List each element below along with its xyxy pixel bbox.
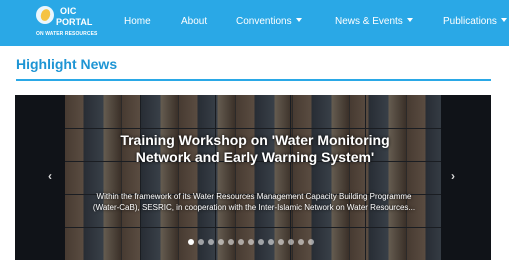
slide-image-divider (140, 95, 141, 260)
carousel-indicator-dot[interactable] (188, 239, 194, 245)
highlight-news-carousel[interactable]: Training Workshop on 'Water Monitoring N… (15, 95, 491, 260)
slide-caption: Within the framework of its Water Resour… (92, 192, 416, 212)
nav-conventions-label: Conventions (236, 16, 292, 27)
carousel-indicators (188, 239, 314, 245)
logo-emblem-icon (36, 6, 54, 24)
carousel-indicator-dot[interactable] (278, 239, 284, 245)
carousel-indicator-dot[interactable] (228, 239, 234, 245)
nav-about-label: About (181, 16, 208, 27)
nav-home-label: Home (124, 16, 151, 27)
nav-publications-label: Publications (443, 16, 497, 27)
carousel-indicator-dot[interactable] (258, 239, 264, 245)
carousel-indicator-dot[interactable] (298, 239, 304, 245)
section-title: Highlight News (16, 56, 118, 72)
nav-about[interactable]: About (181, 16, 207, 27)
chevron-down-icon (500, 18, 507, 22)
logo-text-portal: PORTAL (56, 17, 93, 27)
section-divider (16, 79, 491, 81)
nav-news-events-label: News & Events (335, 16, 403, 27)
logo-text-oic: OIC (60, 6, 77, 16)
slide-image-divider (365, 95, 366, 260)
nav-conventions[interactable]: Conventions (236, 16, 302, 27)
carousel-indicator-dot[interactable] (268, 239, 274, 245)
carousel-indicator-dot[interactable] (288, 239, 294, 245)
nav-news-events[interactable]: News & Events (335, 16, 413, 27)
slide-title[interactable]: Training Workshop on 'Water Monitoring N… (105, 132, 405, 166)
nav-publications[interactable]: Publications (443, 16, 507, 27)
logo-text-subtitle: ON WATER RESOURCES (36, 31, 98, 37)
chevron-down-icon (406, 18, 413, 22)
carousel-indicator-dot[interactable] (308, 239, 314, 245)
nav-home[interactable]: Home (124, 16, 151, 27)
slide-image[interactable] (65, 95, 441, 260)
chevron-down-icon (295, 18, 302, 22)
top-navbar: OIC PORTAL ON WATER RESOURCES Home About… (0, 0, 509, 46)
carousel-prev-icon[interactable]: ‹ (48, 169, 52, 183)
slide-image-divider (65, 227, 441, 228)
slide-image-divider (65, 128, 441, 129)
carousel-indicator-dot[interactable] (248, 239, 254, 245)
carousel-indicator-dot[interactable] (218, 239, 224, 245)
slide-image-divider (215, 95, 216, 260)
slide-image-divider (290, 95, 291, 260)
carousel-indicator-dot[interactable] (198, 239, 204, 245)
carousel-indicator-dot[interactable] (238, 239, 244, 245)
carousel-next-icon[interactable]: › (451, 169, 455, 183)
carousel-indicator-dot[interactable] (208, 239, 214, 245)
site-logo[interactable]: OIC PORTAL ON WATER RESOURCES (20, 4, 110, 42)
